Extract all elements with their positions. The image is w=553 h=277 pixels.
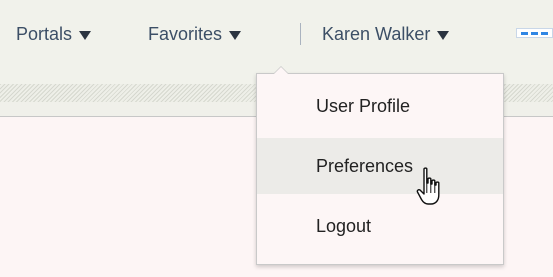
more-icon-dash — [541, 32, 548, 35]
caret-down-icon — [79, 30, 92, 40]
menu-item-label: Logout — [316, 216, 372, 236]
portals-label: Portals — [16, 23, 73, 44]
favorites-label: Favorites — [148, 23, 223, 44]
menu-item-label: User Profile — [316, 96, 411, 116]
menu-item-label: Preferences — [316, 156, 414, 176]
nav-separator — [300, 23, 301, 45]
more-icon-dash — [531, 32, 538, 35]
user-name-label: Karen Walker — [322, 23, 431, 44]
user-dropdown-menu: User Profile Preferences Logout — [256, 66, 504, 265]
menu-item-logout[interactable]: Logout — [257, 198, 503, 254]
more-icon-dash — [521, 32, 528, 35]
portals-menu[interactable]: Portals — [16, 22, 92, 46]
user-menu[interactable]: Karen Walker — [322, 22, 450, 46]
caret-down-icon — [229, 30, 242, 40]
menu-item-preferences[interactable]: Preferences — [257, 138, 503, 194]
hand-pointer-icon — [416, 167, 440, 205]
more-icon[interactable] — [516, 28, 553, 38]
caret-down-icon — [437, 30, 450, 40]
menu-item-user-profile[interactable]: User Profile — [257, 78, 503, 134]
favorites-menu[interactable]: Favorites — [148, 22, 242, 46]
